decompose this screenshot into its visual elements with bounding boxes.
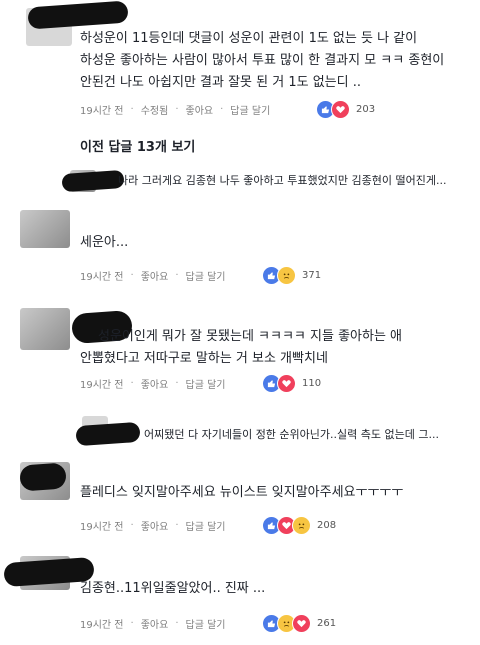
separator: · (220, 104, 224, 115)
love-reaction-icon (292, 614, 311, 633)
timestamp: 19시간 전 (80, 380, 124, 391)
avatar[interactable] (20, 210, 70, 248)
comment-line: 안뽑혔다고 저따구로 말하는 거 보소 개빡치네 (80, 351, 328, 366)
separator: · (130, 270, 134, 281)
comment-line: 하성운 좋아하는 사람이 많아서 투표 많이 한 결과지 모 ㅋㅋ 종현이 (80, 53, 445, 68)
reaction-summary[interactable]: 208 (262, 516, 336, 535)
comment-meta: 19시간 전 · 좋아요 · 답글 달기 (80, 268, 225, 283)
separator: · (175, 378, 179, 389)
reaction-count: 208 (317, 520, 337, 531)
comment-text: 하성운이 11등인데 댓글이 성운이 관련이 1도 없는 듯 나 같이 하성운 … (80, 28, 444, 94)
love-reaction-icon (277, 374, 296, 393)
comment-text: 나라 그러게요 김종현 나두 좋아하고 투표했었지만 김종현이 떨어진게... (118, 170, 446, 192)
comment-line: 어찌됐던 다 자기네들이 정한 순위아닌가..실력 측도 없는데 그... (144, 428, 439, 441)
separator: · (175, 618, 179, 629)
timestamp: 19시간 전 (80, 620, 124, 631)
reply-link[interactable]: 답글 달기 (186, 376, 226, 391)
timestamp: 19시간 전 (80, 272, 124, 283)
sad-reaction-icon (292, 516, 311, 535)
timestamp: 19시간 전 (80, 522, 124, 533)
comment-line: 김종현..11위일줄알았어.. 진짜 ... (80, 581, 266, 596)
reaction-summary[interactable]: 371 (262, 266, 321, 285)
comment-meta: 19시간 전 · 좋아요 · 답글 달기 (80, 376, 225, 391)
separator: · (175, 270, 179, 281)
reply-link[interactable]: 답글 달기 (186, 518, 226, 533)
comment-line: 플레디스 잊지말아주세요 뉴이스트 잊지말아주세요ㅜㅜㅜㅜ (80, 485, 404, 500)
comment-text: 어찌됐던 다 자기네들이 정한 순위아닌가..실력 측도 없는데 그... (144, 424, 439, 446)
comment-meta: 19시간 전 · 좋아요 · 답글 달기 (80, 518, 225, 533)
like-link[interactable]: 좋아요 (141, 518, 169, 533)
separator: · (130, 378, 134, 389)
sad-reaction-icon (277, 266, 296, 285)
separator: · (130, 104, 134, 115)
reaction-count: 110 (302, 378, 322, 389)
view-previous-replies-link[interactable]: 이전 답글 13개 보기 (80, 136, 195, 155)
comment-text: 플레디스 잊지말아주세요 뉴이스트 잊지말아주세요ㅜㅜㅜㅜ (80, 482, 403, 504)
timestamp: 19시간 전 (80, 106, 124, 117)
like-link[interactable]: 좋아요 (141, 616, 169, 631)
comment-line: 세운아... (80, 235, 129, 250)
redaction-scribble (19, 462, 67, 492)
reply-link[interactable]: 답글 달기 (186, 268, 226, 283)
reaction-count: 261 (317, 618, 337, 629)
comment-meta: 19시간 전 · 좋아요 · 답글 달기 (80, 616, 225, 631)
redaction-scribble (75, 421, 141, 447)
comment-line: 안된건 나도 아쉽지만 결과 잘못 된 거 1도 없는디 .. (80, 75, 361, 90)
separator: · (175, 104, 179, 115)
reply-link[interactable]: 답글 달기 (186, 616, 226, 631)
redaction-scribble (61, 169, 125, 193)
comment-line: 나라 그러게요 김종현 나두 좋아하고 투표했었지만 김종현이 떨어진게... (118, 174, 447, 187)
comment-text: 세운아... (80, 232, 128, 254)
like-link[interactable]: 좋아요 (186, 102, 214, 117)
comment-text: 성운이인게 뭐가 잘 못됐는데 ㅋㅋㅋㅋ 지들 좋아하는 애 안뽑혔다고 저따구… (80, 326, 402, 370)
avatar[interactable] (20, 308, 70, 350)
comment-meta: 19시간 전 · 수정됨 · 좋아요 · 답글 달기 (80, 102, 270, 117)
separator: · (175, 520, 179, 531)
separator: · (130, 520, 134, 531)
reaction-count: 203 (356, 104, 376, 115)
reaction-summary[interactable]: 261 (262, 614, 336, 633)
separator: · (130, 618, 134, 629)
comment-line: 하성운이 11등인데 댓글이 성운이 관련이 1도 없는 듯 나 같이 (80, 31, 418, 46)
comment-text: 김종현..11위일줄알았어.. 진짜 ... (80, 578, 265, 600)
redaction-scribble (27, 0, 129, 30)
reaction-count: 371 (302, 270, 322, 281)
reaction-summary[interactable]: 203 (316, 100, 375, 119)
reply-link[interactable]: 답글 달기 (230, 102, 270, 117)
comment-line: 성운이인게 뭐가 잘 못됐는데 ㅋㅋㅋㅋ 지들 좋아하는 애 (98, 329, 403, 344)
like-link[interactable]: 좋아요 (141, 376, 169, 391)
like-link[interactable]: 좋아요 (141, 268, 169, 283)
love-reaction-icon (331, 100, 350, 119)
reaction-summary[interactable]: 110 (262, 374, 321, 393)
edited-label[interactable]: 수정됨 (141, 102, 169, 117)
